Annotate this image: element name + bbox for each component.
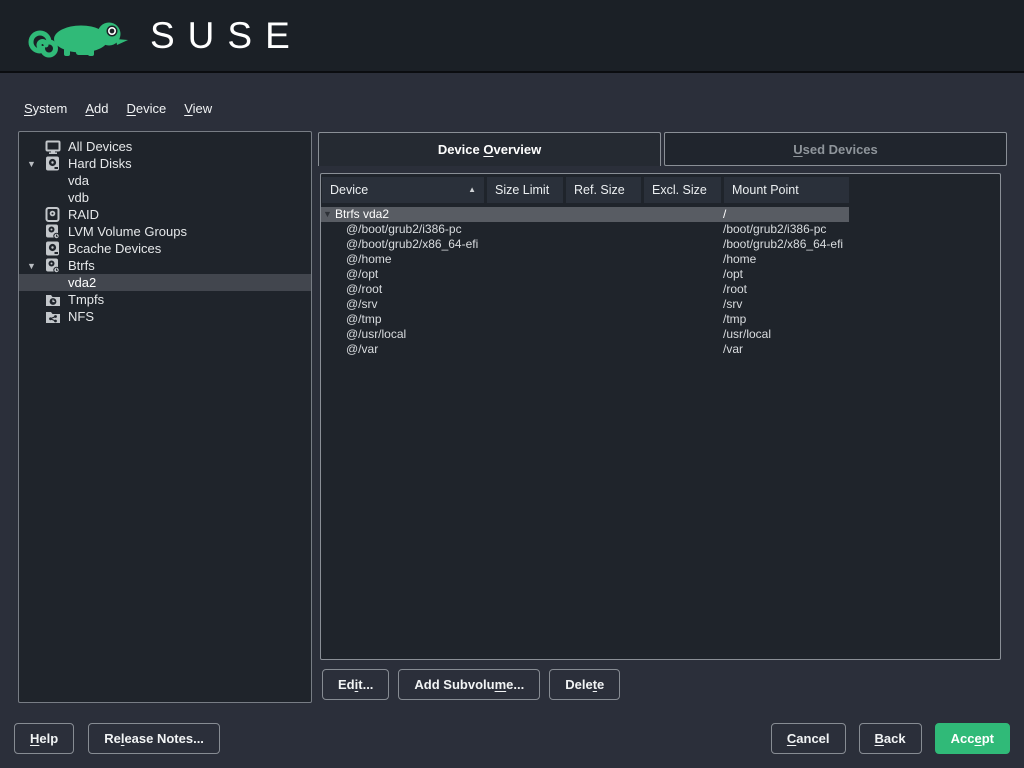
table-row-subvolume[interactable]: @/boot/grub2/i386-pc /boot/grub2/i386-pc (321, 222, 1000, 237)
table-row-subvolume[interactable]: @/var /var (321, 342, 1000, 357)
lvm-icon (45, 224, 62, 240)
menu-add[interactable]: Add (85, 101, 108, 116)
menu-system[interactable]: System (24, 101, 67, 116)
sidebar-item-lvm-volume-groups[interactable]: LVM Volume Groups (19, 223, 311, 240)
table-actions: Edit... Add Subvolume... Delete (322, 669, 620, 700)
menu-view[interactable]: View (184, 101, 212, 116)
table-row-subvolume[interactable]: @/root /root (321, 282, 1000, 297)
sidebar-item-btrfs[interactable]: ▼ Btrfs (19, 257, 311, 274)
tabbar: Device Overview Used Devices (318, 132, 1007, 166)
tab-device-overview[interactable]: Device Overview (318, 132, 661, 166)
sidebar-item-nfs[interactable]: NFS (19, 308, 311, 325)
menubar: System Add Device View (24, 97, 212, 119)
tmpfs-icon (45, 292, 62, 308)
footer-right: Cancel Back Accept (771, 723, 1010, 754)
sidebar-item-hard-disks[interactable]: ▼ Hard Disks (19, 155, 311, 172)
release-notes-button[interactable]: Release Notes... (88, 723, 220, 754)
monitor-icon (45, 139, 62, 155)
expander-open-icon[interactable]: ▼ (27, 261, 45, 271)
tab-used-devices[interactable]: Used Devices (664, 132, 1007, 166)
table-row-subvolume[interactable]: @/srv /srv (321, 297, 1000, 312)
sidebar-item-all-devices[interactable]: All Devices (19, 138, 311, 155)
table-body: ▼ Btrfs vda2 / @/boot/grub2/i386-pc /boo… (321, 207, 1000, 357)
table-row-subvolume[interactable]: @/opt /opt (321, 267, 1000, 282)
column-header-mount-point[interactable]: Mount Point (724, 177, 849, 203)
table-row-subvolume[interactable]: @/tmp /tmp (321, 312, 1000, 327)
add-subvolume-button[interactable]: Add Subvolume... (398, 669, 540, 700)
edit-button[interactable]: Edit... (322, 669, 389, 700)
suse-chameleon-icon (26, 11, 136, 61)
nfs-share-icon (45, 309, 62, 325)
raid-icon (45, 207, 62, 223)
collapse-icon[interactable]: ▼ (323, 207, 332, 222)
brand-name: SUSE (150, 11, 303, 61)
back-button[interactable]: Back (859, 723, 922, 754)
table-row-subvolume[interactable]: @/usr/local /usr/local (321, 327, 1000, 342)
table-row-subvolume[interactable]: @/boot/grub2/x86_64-efi /boot/grub2/x86_… (321, 237, 1000, 252)
sidebar-item-vdb[interactable]: vdb (19, 189, 311, 206)
column-header-ref-size[interactable]: Ref. Size (566, 177, 641, 203)
column-header-device[interactable]: Device ▲ (322, 177, 484, 203)
hard-disk-icon (45, 156, 62, 172)
column-header-size-limit[interactable]: Size Limit (487, 177, 563, 203)
subvolume-table: Device ▲ Size Limit Ref. Size Excl. Size… (320, 173, 1001, 660)
cancel-button[interactable]: Cancel (771, 723, 846, 754)
menu-device[interactable]: Device (126, 101, 166, 116)
column-header-excl-size[interactable]: Excl. Size (644, 177, 721, 203)
help-button[interactable]: Help (14, 723, 74, 754)
table-row-subvolume[interactable]: @/home /home (321, 252, 1000, 267)
table-header: Device ▲ Size Limit Ref. Size Excl. Size… (321, 177, 1000, 203)
sidebar-item-bcache-devices[interactable]: Bcache Devices (19, 240, 311, 257)
delete-button[interactable]: Delete (549, 669, 620, 700)
table-row-btrfs-vda2[interactable]: ▼ Btrfs vda2 / (321, 207, 849, 222)
footer-left: Help Release Notes... (14, 723, 220, 754)
bcache-icon (45, 241, 62, 257)
btrfs-icon (45, 258, 62, 274)
suse-logo: SUSE (26, 11, 303, 61)
accept-button[interactable]: Accept (935, 723, 1010, 754)
sidebar-item-raid[interactable]: RAID (19, 206, 311, 223)
expander-open-icon[interactable]: ▼ (27, 159, 45, 169)
brand-header: SUSE (0, 0, 1024, 73)
sort-ascending-icon: ▲ (468, 177, 476, 203)
sidebar-item-tmpfs[interactable]: Tmpfs (19, 291, 311, 308)
device-tree-panel: All Devices ▼ Hard Disks vda vdb RAID LV… (18, 131, 312, 703)
sidebar-item-vda2[interactable]: vda2 (19, 274, 311, 291)
sidebar-item-vda[interactable]: vda (19, 172, 311, 189)
